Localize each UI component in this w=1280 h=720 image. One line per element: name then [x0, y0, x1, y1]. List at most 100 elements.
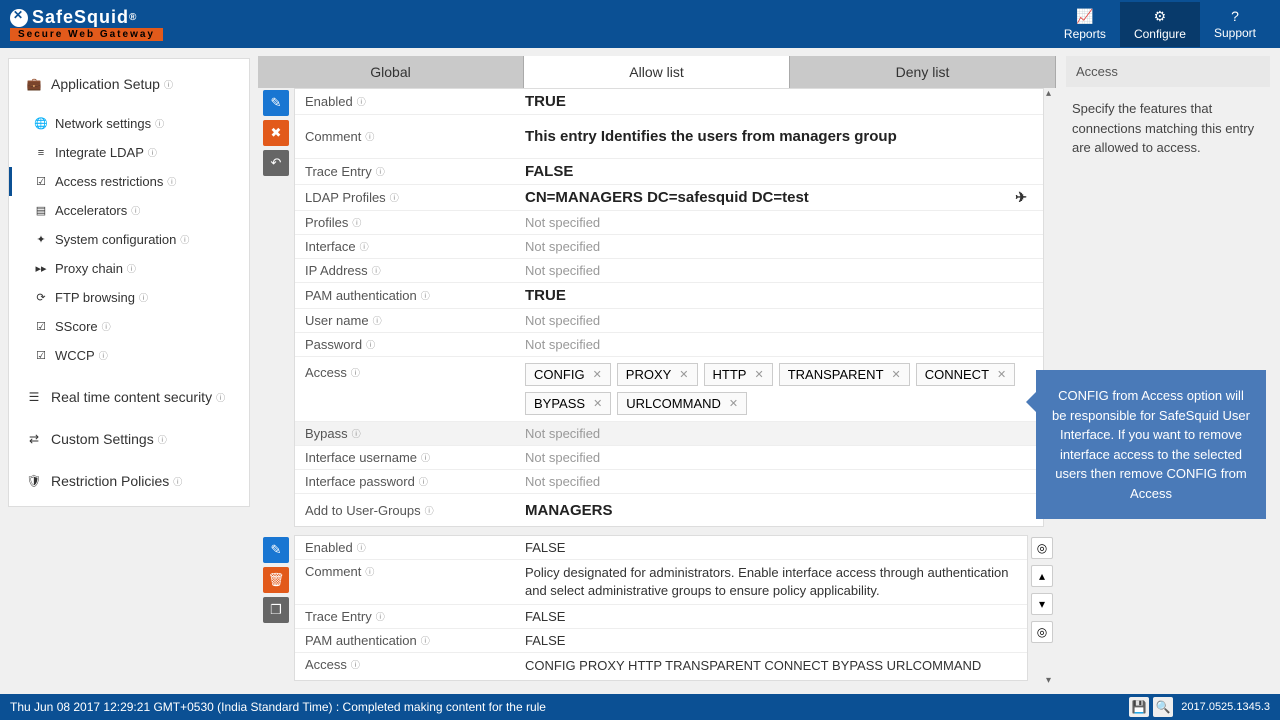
sidebar-custom[interactable]: ⇄Custom Settings	[9, 422, 249, 456]
field-label: Interface password	[305, 474, 415, 489]
nav-reports[interactable]: 📈 Reports	[1050, 2, 1120, 47]
remove-tag-icon[interactable]: ✕	[892, 368, 901, 381]
star-icon: ✦	[33, 233, 49, 246]
tab-global[interactable]: Global	[258, 56, 524, 88]
trash-button[interactable]: 🗑	[263, 567, 289, 593]
access-tag[interactable]: BYPASS✕	[525, 392, 611, 415]
access-tag[interactable]: CONFIG✕	[525, 363, 611, 386]
remove-tag-icon[interactable]: ✕	[593, 368, 602, 381]
info-icon	[376, 610, 385, 623]
sidebar-item-access[interactable]: ☑Access restrictions	[9, 167, 249, 196]
tab-allow[interactable]: Allow list	[524, 56, 790, 88]
delete-button[interactable]: ✖	[263, 120, 289, 146]
info-icon	[425, 504, 434, 517]
edit-button[interactable]: ✎	[263, 90, 289, 116]
nav-support-label: Support	[1214, 26, 1256, 40]
edit-button[interactable]: ✎	[263, 537, 289, 563]
remove-tag-icon[interactable]: ✕	[754, 368, 763, 381]
save-button[interactable]: 💾	[1129, 697, 1149, 717]
field-value: MANAGERS	[515, 498, 1043, 523]
sidebar-item-proxy[interactable]: ▸▸ Proxy chain	[9, 254, 249, 283]
remove-tag-icon[interactable]: ✕	[729, 397, 738, 410]
field-label: Trace Entry	[305, 609, 372, 624]
info-icon	[365, 565, 374, 578]
field-label: LDAP Profiles	[305, 190, 386, 205]
move-up-button[interactable]: ▴	[1031, 565, 1053, 587]
chart-icon: 📈	[1064, 8, 1106, 25]
search-button[interactable]: 🔍	[1153, 697, 1173, 717]
sidebar-item-label: Integrate LDAP	[55, 145, 144, 160]
info-icon	[357, 541, 366, 554]
nav-support[interactable]: ? Support	[1200, 2, 1270, 47]
sidebar-item-ldap[interactable]: ≡Integrate LDAP	[9, 138, 249, 167]
field-value: Not specified	[515, 259, 1043, 282]
field-label: Password	[305, 337, 362, 352]
info-icon	[372, 264, 381, 277]
info-icon	[419, 475, 428, 488]
field-value: FALSE	[515, 536, 1027, 559]
info-icon	[421, 289, 430, 302]
sidebar-item-accelerators[interactable]: ▤Accelerators	[9, 196, 249, 225]
move-down-button[interactable]: ▾	[1031, 593, 1053, 615]
access-tags[interactable]: CONFIG✕ PROXY✕ HTTP✕ TRANSPARENT✕ CONNEC…	[515, 357, 1043, 421]
field-value: Not specified	[515, 470, 1043, 493]
access-tag[interactable]: HTTP✕	[704, 363, 773, 386]
send-icon[interactable]: ✈	[1015, 189, 1027, 206]
sidebar-restriction[interactable]: 🛡Restriction Policies	[9, 464, 249, 498]
info-icon	[139, 291, 148, 304]
sidebar-item-wccp[interactable]: ☑WCCP	[9, 341, 249, 370]
refresh-icon: ⟳	[33, 291, 49, 304]
globe-icon: 🌐	[33, 117, 49, 130]
sidebar-item-label: Proxy chain	[55, 261, 123, 276]
sidebar-item-network[interactable]: 🌐Network settings	[9, 109, 249, 138]
shield-icon: 🛡	[25, 474, 43, 488]
nav-configure[interactable]: ⚙ Configure	[1120, 2, 1200, 47]
sidebar-item-ftp[interactable]: ⟳ FTP browsing	[9, 283, 249, 312]
logo[interactable]: SafeSquid ® Secure Web Gateway	[10, 7, 163, 41]
field-label: Comment	[305, 129, 361, 144]
remove-tag-icon[interactable]: ✕	[997, 368, 1006, 381]
info-icon	[421, 634, 430, 647]
field-label: Interface	[305, 239, 356, 254]
logo-text: SafeSquid	[32, 7, 129, 28]
sliders-icon: ⇄	[25, 432, 43, 446]
remove-tag-icon[interactable]: ✕	[593, 397, 602, 410]
sidebar-realtime[interactable]: ☰Real time content security	[9, 380, 249, 414]
info-icon	[173, 475, 182, 488]
check-icon: ☑	[33, 349, 49, 362]
footer-status: Thu Jun 08 2017 12:29:21 GMT+0530 (India…	[10, 700, 546, 714]
target-button[interactable]: ◎	[1031, 621, 1053, 643]
info-icon	[99, 349, 108, 362]
field-label: Enabled	[305, 94, 353, 109]
field-value: TRUE	[515, 283, 1043, 308]
undo-button[interactable]: ↶	[263, 150, 289, 176]
info-icon	[131, 204, 140, 217]
forward-icon: ▸▸	[33, 262, 49, 275]
sidebar-item-sscore[interactable]: ☑SScore	[9, 312, 249, 341]
tab-deny[interactable]: Deny list	[790, 56, 1056, 88]
sidebar: 💼 Application Setup 🌐Network settings ≡I…	[0, 48, 258, 694]
access-tag[interactable]: CONNECT✕	[916, 363, 1016, 386]
right-panel-title: Access	[1066, 56, 1270, 87]
info-icon	[365, 130, 374, 143]
access-tag[interactable]: TRANSPARENT✕	[779, 363, 910, 386]
nav-reports-label: Reports	[1064, 27, 1106, 41]
entry-block: ✎ 🗑 ❐ EnabledFALSE CommentPolicy designa…	[258, 535, 1056, 681]
sidebar-item-label: Access restrictions	[55, 174, 163, 189]
callout-tooltip: CONFIG from Access option will be respon…	[1036, 370, 1266, 519]
target-button[interactable]: ◎	[1031, 537, 1053, 559]
header-bar: SafeSquid ® Secure Web Gateway 📈 Reports…	[0, 0, 1280, 48]
header-nav: 📈 Reports ⚙ Configure ? Support	[1050, 2, 1270, 47]
access-tag[interactable]: URLCOMMAND✕	[617, 392, 747, 415]
access-tag[interactable]: PROXY✕	[617, 363, 698, 386]
sidebar-item-label: FTP browsing	[55, 290, 135, 305]
remove-tag-icon[interactable]: ✕	[679, 368, 688, 381]
info-icon	[360, 240, 369, 253]
sidebar-app-setup[interactable]: 💼 Application Setup	[9, 67, 249, 101]
right-panel-text: Specify the features that connections ma…	[1066, 87, 1270, 170]
scroll-down-icon[interactable]: ▾	[1046, 675, 1058, 687]
info-icon	[158, 433, 167, 446]
sidebar-item-system[interactable]: ✦System configuration	[9, 225, 249, 254]
copy-button[interactable]: ❐	[263, 597, 289, 623]
scroll-up-icon[interactable]: ▴	[1046, 88, 1058, 100]
